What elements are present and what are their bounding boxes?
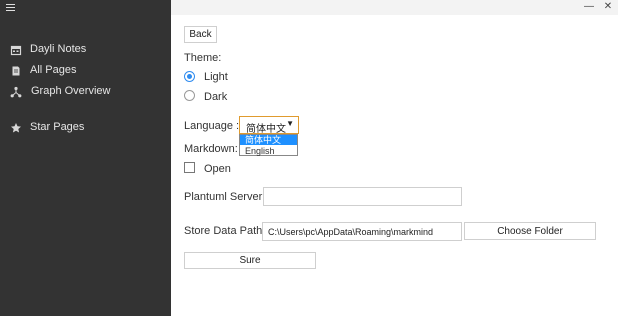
markdown-label: Markdown:: [184, 143, 238, 155]
sidebar-item-label: Dayli Notes: [30, 43, 87, 55]
open-label: Open: [204, 163, 231, 175]
choose-folder-button[interactable]: Choose Folder: [464, 222, 596, 240]
plantuml-label: Plantuml Server :: [184, 191, 269, 203]
window-titlebar: — ✕: [171, 0, 618, 15]
star-icon: [11, 123, 21, 133]
theme-light-radio[interactable]: [184, 71, 195, 82]
language-option-english[interactable]: English: [240, 146, 297, 156]
theme-label: Theme:: [184, 52, 222, 64]
store-path-input[interactable]: [262, 222, 462, 241]
sidebar-item-label: All Pages: [30, 64, 77, 76]
sidebar-item-all-pages[interactable]: All Pages: [0, 62, 171, 80]
sidebar: Dayli Notes All Pages Graph Overview Sta…: [0, 0, 171, 316]
graph-icon: [10, 86, 22, 98]
close-button[interactable]: ✕: [598, 0, 618, 15]
theme-dark-radio[interactable]: [184, 90, 195, 101]
theme-light-label: Light: [204, 71, 228, 83]
language-label: Language :: [184, 120, 240, 132]
document-icon: [12, 66, 20, 76]
minimize-button[interactable]: —: [579, 0, 599, 15]
language-select-value: 简体中文: [246, 124, 286, 135]
sidebar-item-label: Star Pages: [30, 121, 85, 133]
sidebar-item-graph-overview[interactable]: Graph Overview: [0, 83, 171, 101]
back-button[interactable]: Back: [184, 26, 217, 43]
sidebar-item-label: Graph Overview: [31, 85, 111, 97]
hamburger-icon[interactable]: [6, 4, 16, 12]
sidebar-item-star-pages[interactable]: Star Pages: [0, 119, 171, 137]
theme-dark-label: Dark: [204, 91, 228, 103]
plantuml-server-input[interactable]: [263, 187, 462, 206]
open-checkbox[interactable]: [184, 162, 195, 173]
dropdown-arrow-icon: ▼: [286, 119, 294, 128]
calendar-icon: [10, 45, 22, 56]
sidebar-item-dayli-notes[interactable]: Dayli Notes: [0, 41, 171, 59]
language-option-chinese[interactable]: 简体中文: [240, 135, 297, 145]
language-dropdown: 简体中文 English: [239, 134, 298, 156]
sure-button[interactable]: Sure: [184, 252, 316, 269]
language-select[interactable]: 简体中文 ▼: [239, 116, 299, 135]
store-path-label: Store Data Path :: [184, 225, 269, 237]
